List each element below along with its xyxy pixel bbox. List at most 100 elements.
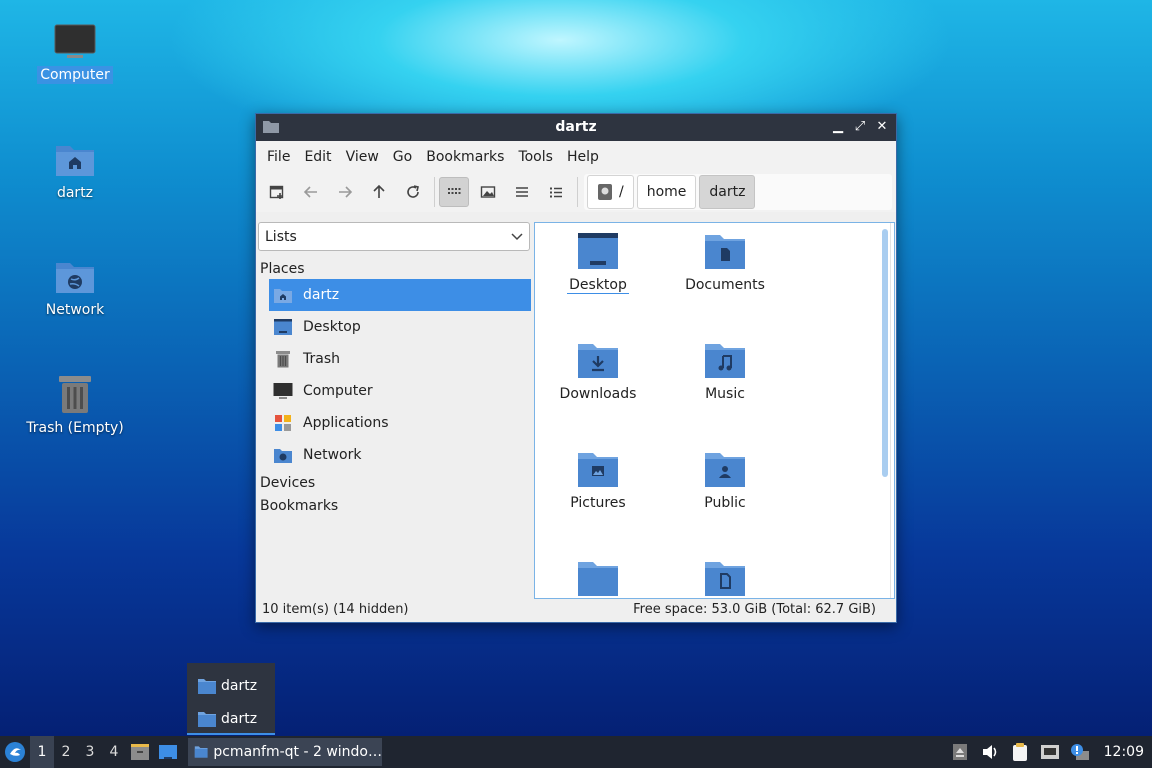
titlebar[interactable]: dartz ▁ ⤢ ✕ — [256, 114, 896, 141]
desktop-icon-home[interactable]: dartz — [20, 140, 130, 202]
breadcrumb-home[interactable]: home — [636, 175, 697, 209]
place-item-trash[interactable]: Trash — [269, 343, 531, 375]
tray-network[interactable] — [1040, 741, 1060, 763]
breadcrumb-root[interactable]: / — [587, 175, 634, 209]
desktop-icon-trash[interactable]: Trash (Empty) — [20, 373, 130, 437]
file-item-music[interactable]: Music — [665, 332, 785, 402]
place-label: dartz — [303, 287, 340, 303]
vertical-scrollbar[interactable] — [882, 229, 888, 477]
network-folder-icon — [56, 263, 94, 293]
file-label: Public — [704, 495, 746, 511]
status-bar: 10 item(s) (14 hidden) Free space: 53.0 … — [256, 597, 896, 622]
taskbar-task-pcmanfm[interactable]: pcmanfm-qt - 2 windo… — [188, 738, 382, 766]
menu-edit[interactable]: Edit — [297, 149, 338, 165]
menu-help[interactable]: Help — [560, 149, 606, 165]
place-item-computer[interactable]: Computer — [269, 375, 531, 407]
minimize-button[interactable]: ▁ — [830, 118, 846, 136]
menu-view[interactable]: View — [339, 149, 386, 165]
clock[interactable]: 12:09 — [1104, 744, 1144, 760]
workspace-4[interactable]: 4 — [102, 736, 126, 768]
bookmarks-header[interactable]: Bookmarks — [257, 494, 532, 517]
breadcrumb-dartz[interactable]: dartz — [699, 175, 756, 209]
side-pane-mode-select[interactable]: Lists — [258, 222, 530, 251]
window-list-item[interactable]: dartz — [187, 671, 275, 701]
menubar: File Edit View Go Bookmarks Tools Help — [256, 141, 896, 172]
tray-updates[interactable] — [950, 741, 970, 763]
toolbar-separator — [577, 177, 578, 207]
info-icon — [1070, 744, 1089, 760]
file-item-documents[interactable]: Documents — [665, 223, 785, 293]
menu-tools[interactable]: Tools — [511, 149, 560, 165]
places-header[interactable]: Places — [257, 251, 532, 279]
menu-file[interactable]: File — [260, 149, 297, 165]
toolbar: / home dartz — [256, 172, 896, 212]
breadcrumb-label: dartz — [709, 184, 746, 200]
taskbar: 1 2 3 4 pcmanfm-qt - 2 windo… 12:09 — [0, 736, 1152, 768]
place-item-network[interactable]: Network — [269, 439, 531, 471]
breadcrumb: / home dartz — [584, 174, 892, 210]
place-item-dartz[interactable]: dartz — [269, 279, 531, 311]
desktop-icon-network[interactable]: Network — [20, 257, 130, 319]
maximize-button[interactable]: ⤢ — [852, 118, 868, 136]
desktop-icon-label: Trash (Empty) — [26, 420, 124, 436]
folder-icon — [198, 679, 216, 694]
pictures-folder-icon — [578, 453, 618, 487]
file-item-pictures[interactable]: Pictures — [538, 441, 658, 511]
back-button[interactable] — [296, 177, 326, 207]
icon-view-button[interactable] — [439, 177, 469, 207]
lines-icon — [516, 187, 528, 197]
image-icon — [480, 186, 496, 198]
workspace-2[interactable]: 2 — [54, 736, 78, 768]
show-desktop-button[interactable] — [154, 736, 182, 768]
file-cabinet-icon — [131, 744, 149, 760]
menu-go[interactable]: Go — [386, 149, 419, 165]
place-label: Desktop — [303, 319, 361, 335]
detailed-view-button[interactable] — [541, 177, 571, 207]
file-item-folder[interactable] — [538, 550, 658, 598]
volume-icon — [982, 745, 996, 759]
folder-icon — [194, 746, 208, 758]
side-pane: Lists Places dartz Desktop Trash Compute… — [257, 222, 532, 597]
compact-view-button[interactable] — [507, 177, 537, 207]
desktop-icon-computer[interactable]: Computer — [20, 22, 130, 84]
list-icon — [550, 187, 562, 198]
start-menu-button[interactable] — [0, 736, 30, 768]
file-item-desktop[interactable]: Desktop — [538, 223, 658, 294]
reload-button[interactable] — [398, 177, 428, 207]
window-list-item[interactable]: dartz — [187, 705, 275, 735]
desktop-icon — [274, 319, 292, 335]
desktop-icon-label: dartz — [56, 185, 94, 201]
folder-icon — [578, 562, 618, 596]
file-item-templates[interactable] — [665, 550, 785, 598]
tray-notifications[interactable] — [1070, 741, 1090, 763]
arrow-up-box-icon — [952, 744, 967, 760]
file-item-public[interactable]: Public — [665, 441, 785, 511]
thumbnail-view-button[interactable] — [473, 177, 503, 207]
file-label: Downloads — [559, 386, 637, 402]
file-label: Music — [705, 386, 745, 402]
up-button[interactable] — [364, 177, 394, 207]
place-item-desktop[interactable]: Desktop — [269, 311, 531, 343]
file-view[interactable]: Desktop Documents Downloads Music Pictur… — [534, 222, 895, 599]
workspace-1[interactable]: 1 — [30, 736, 54, 768]
forward-button[interactable] — [330, 177, 360, 207]
new-window-button[interactable] — [262, 177, 292, 207]
clipboard-icon — [1012, 743, 1027, 761]
window-list-label: dartz — [221, 678, 258, 694]
computer-icon — [273, 383, 293, 399]
file-manager-launcher[interactable] — [126, 736, 154, 768]
devices-header[interactable]: Devices — [257, 471, 532, 494]
tray-volume[interactable] — [980, 741, 1000, 763]
workspace-3[interactable]: 3 — [78, 736, 102, 768]
home-folder-icon — [56, 146, 94, 176]
file-item-downloads[interactable]: Downloads — [538, 332, 658, 402]
close-button[interactable]: ✕ — [874, 118, 890, 136]
place-label: Trash — [303, 351, 340, 367]
menu-bookmarks[interactable]: Bookmarks — [419, 149, 511, 165]
drive-icon — [598, 184, 612, 200]
place-item-applications[interactable]: Applications — [269, 407, 531, 439]
arrow-left-icon — [303, 186, 317, 198]
place-label: Computer — [303, 383, 373, 399]
tray-clipboard[interactable] — [1010, 741, 1030, 763]
chevron-down-icon — [511, 232, 523, 240]
